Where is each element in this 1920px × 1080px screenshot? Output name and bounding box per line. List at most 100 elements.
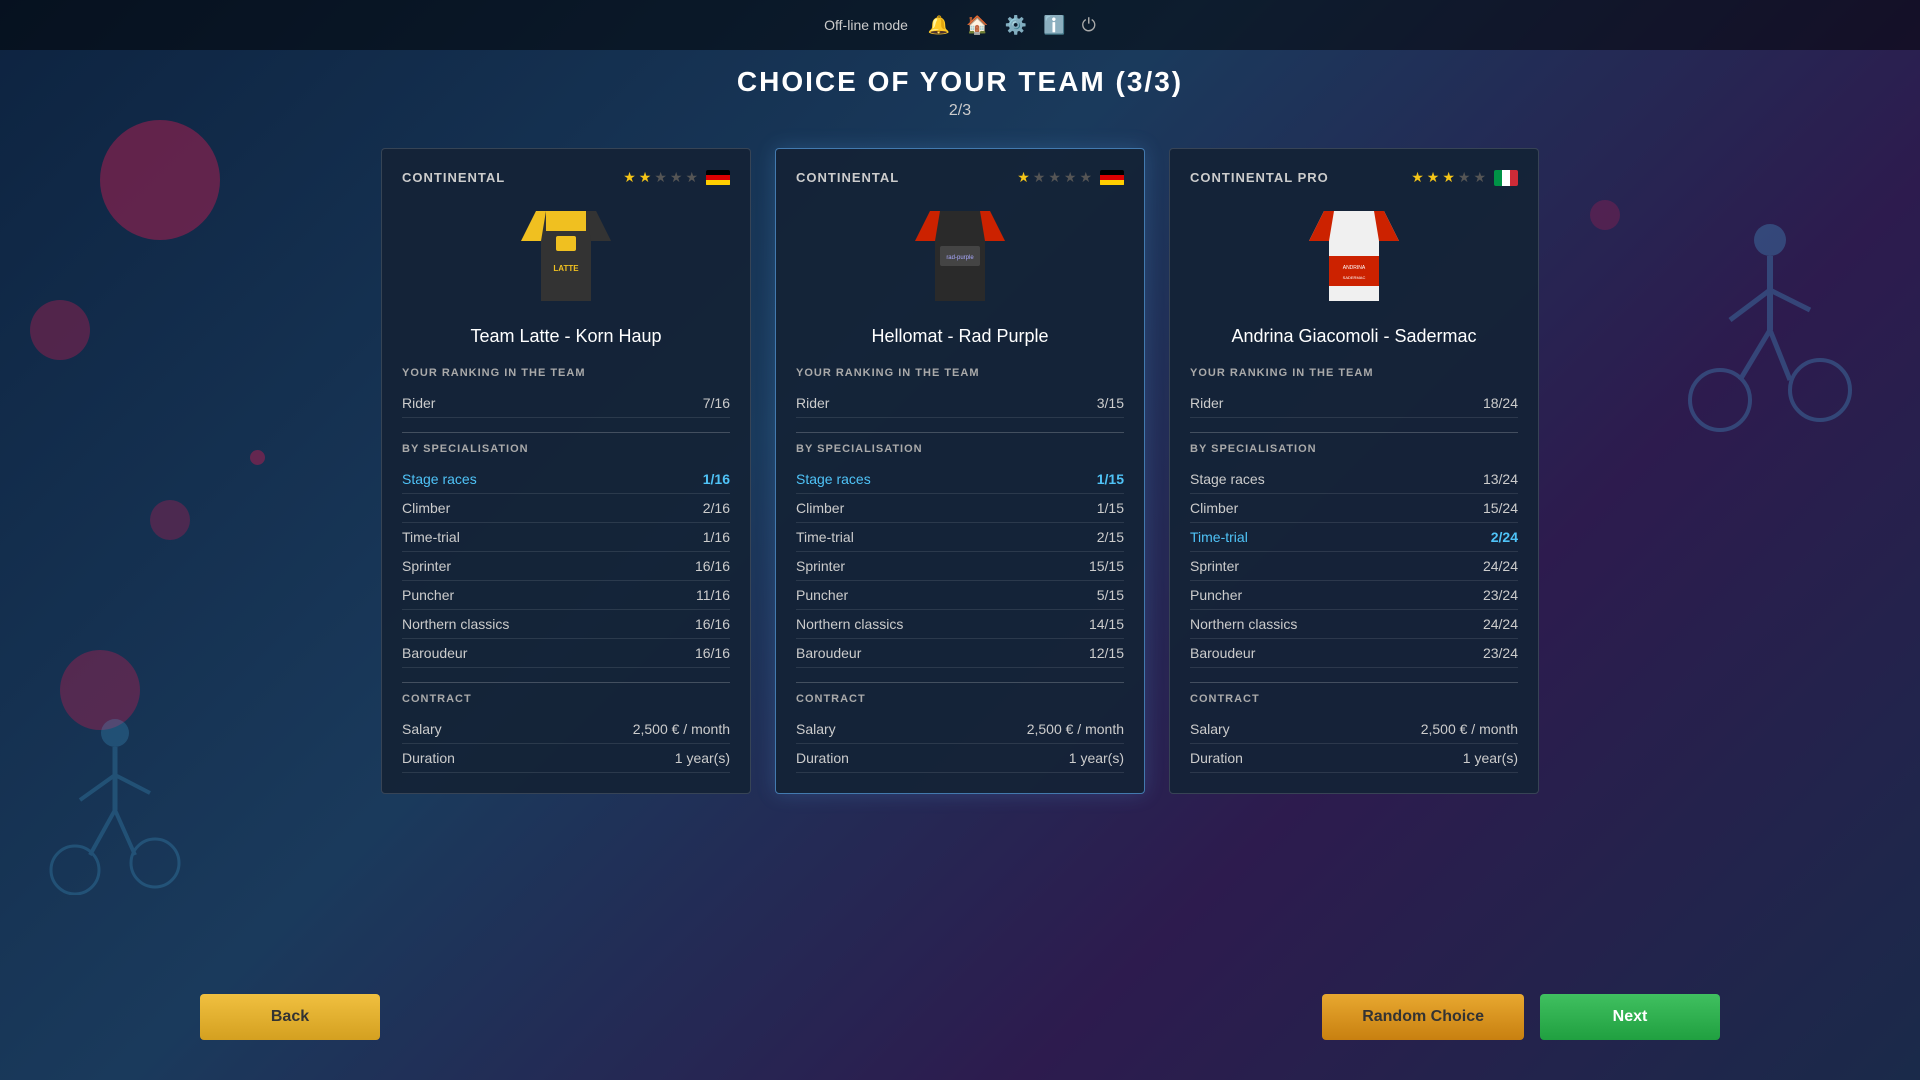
- salary-row: Salary 2,500 € / month: [1190, 715, 1518, 744]
- star-3: ★: [1048, 169, 1061, 186]
- jersey-area: rad-purple: [796, 196, 1124, 316]
- spec-value: 15/24: [1483, 500, 1518, 516]
- spec-label: Puncher: [1190, 587, 1242, 603]
- spec-value: 1/16: [703, 529, 730, 545]
- right-buttons: Random Choice Next: [1322, 994, 1720, 1040]
- star-4: ★: [1064, 169, 1077, 186]
- card-tier: CONTINENTAL: [796, 170, 899, 185]
- jersey-area: LATTE: [402, 196, 730, 316]
- power-icon[interactable]: ⏻: [1082, 15, 1096, 36]
- star-5: ★: [1473, 169, 1486, 186]
- spec-label: Stage races: [1190, 471, 1265, 487]
- spec-label: Time-trial: [1190, 529, 1248, 545]
- home-icon[interactable]: 🏠: [966, 15, 988, 36]
- random-choice-button[interactable]: Random Choice: [1322, 994, 1524, 1040]
- flag-de: [1100, 170, 1124, 186]
- spec-value: 1/15: [1097, 500, 1124, 516]
- rider-row: Rider 3/15: [796, 389, 1124, 418]
- team-name: Team Latte - Korn Haup: [402, 326, 730, 347]
- contract-divider: [1190, 682, 1518, 683]
- team-card-card3[interactable]: CONTINENTAL PRO ★★★★★ ANDRINA SADERMAC A…: [1169, 148, 1539, 794]
- spec-row: Sprinter 16/16: [402, 552, 730, 581]
- card-tier: CONTINENTAL: [402, 170, 505, 185]
- spec-value: 16/16: [695, 558, 730, 574]
- spec-row: Time-trial 2/24: [1190, 523, 1518, 552]
- spec-value: 1/16: [703, 471, 730, 487]
- title-area: CHOICE OF YOUR TEAM (3/3) 2/3: [0, 50, 1920, 128]
- spec-label: Puncher: [402, 587, 454, 603]
- contract-label: CONTRACT: [402, 693, 730, 705]
- salary-row: Salary 2,500 € / month: [402, 715, 730, 744]
- duration-row: Duration 1 year(s): [402, 744, 730, 773]
- card-rating: ★★★★★: [1411, 169, 1518, 186]
- salary-label: Salary: [796, 721, 836, 737]
- spec-value: 2/15: [1097, 529, 1124, 545]
- spec-label: Baroudeur: [402, 645, 467, 661]
- duration-value: 1 year(s): [1463, 750, 1518, 766]
- team-card-card2[interactable]: CONTINENTAL ★★★★★ rad-purple Hellomat - …: [775, 148, 1145, 794]
- salary-value: 2,500 € / month: [1027, 721, 1124, 737]
- spec-section-label: BY SPECIALISATION: [1190, 443, 1518, 455]
- star-4: ★: [670, 169, 683, 186]
- rider-label: Rider: [1190, 395, 1223, 411]
- spec-row: Stage races 13/24: [1190, 465, 1518, 494]
- top-bar: Off-line mode 🔔 🏠 ⚙️ ℹ️ ⏻: [0, 0, 1920, 50]
- duration-label: Duration: [1190, 750, 1243, 766]
- card-tier: CONTINENTAL PRO: [1190, 170, 1329, 185]
- spec-row: Stage races 1/15: [796, 465, 1124, 494]
- spec-value: 15/15: [1089, 558, 1124, 574]
- spec-label: Stage races: [402, 471, 477, 487]
- spec-label: Sprinter: [402, 558, 451, 574]
- bell-icon[interactable]: 🔔: [928, 15, 950, 36]
- card-rating: ★★★★★: [623, 169, 730, 186]
- spec-row: Baroudeur 16/16: [402, 639, 730, 668]
- salary-value: 2,500 € / month: [1421, 721, 1518, 737]
- spec-value: 16/16: [695, 616, 730, 632]
- spec-section-label: BY SPECIALISATION: [796, 443, 1124, 455]
- team-name: Andrina Giacomoli - Sadermac: [1190, 326, 1518, 347]
- star-5: ★: [685, 169, 698, 186]
- spec-value: 24/24: [1483, 558, 1518, 574]
- duration-value: 1 year(s): [675, 750, 730, 766]
- spec-label: Time-trial: [796, 529, 854, 545]
- spec-label: Sprinter: [796, 558, 845, 574]
- contract-label: CONTRACT: [796, 693, 1124, 705]
- star-4: ★: [1458, 169, 1471, 186]
- spec-value: 2/24: [1491, 529, 1518, 545]
- spec-label: Puncher: [796, 587, 848, 603]
- rider-value: 3/15: [1097, 395, 1124, 411]
- spec-label: Climber: [1190, 500, 1238, 516]
- svg-text:LATTE: LATTE: [553, 264, 579, 273]
- spec-value: 24/24: [1483, 616, 1518, 632]
- back-button[interactable]: Back: [200, 994, 380, 1040]
- spec-value: 1/15: [1097, 471, 1124, 487]
- cards-container: CONTINENTAL ★★★★★ LATTE Team Latte - Kor…: [0, 128, 1920, 814]
- star-2: ★: [1033, 169, 1046, 186]
- salary-label: Salary: [402, 721, 442, 737]
- rider-row: Rider 7/16: [402, 389, 730, 418]
- spec-label: Baroudeur: [1190, 645, 1255, 661]
- info-icon[interactable]: ℹ️: [1043, 15, 1065, 36]
- svg-text:ANDRINA: ANDRINA: [1343, 265, 1366, 271]
- spec-value: 23/24: [1483, 645, 1518, 661]
- bottom-bar: Back Random Choice Next: [0, 994, 1920, 1040]
- spec-row: Time-trial 2/15: [796, 523, 1124, 552]
- star-5: ★: [1079, 169, 1092, 186]
- team-card-card1[interactable]: CONTINENTAL ★★★★★ LATTE Team Latte - Kor…: [381, 148, 751, 794]
- ranking-section-label: YOUR RANKING IN THE TEAM: [796, 367, 1124, 379]
- spec-value: 11/16: [696, 587, 730, 603]
- settings-icon[interactable]: ⚙️: [1005, 15, 1027, 36]
- card-header: CONTINENTAL PRO ★★★★★: [1190, 169, 1518, 186]
- spec-row: Puncher 23/24: [1190, 581, 1518, 610]
- spec-value: 13/24: [1483, 471, 1518, 487]
- contract-label: CONTRACT: [1190, 693, 1518, 705]
- spec-row: Climber 2/16: [402, 494, 730, 523]
- spec-label: Baroudeur: [796, 645, 861, 661]
- spec-row: Northern classics 14/15: [796, 610, 1124, 639]
- contract-divider: [402, 682, 730, 683]
- card-stars: ★★★★★: [1017, 169, 1092, 186]
- team-name: Hellomat - Rad Purple: [796, 326, 1124, 347]
- spec-row: Sprinter 15/15: [796, 552, 1124, 581]
- section-divider: [1190, 432, 1518, 433]
- next-button[interactable]: Next: [1540, 994, 1720, 1040]
